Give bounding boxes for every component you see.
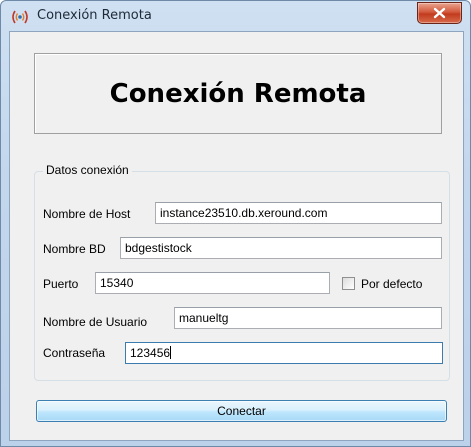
close-icon (433, 7, 446, 19)
password-input[interactable]: 123456 (125, 342, 443, 364)
default-port-label[interactable]: Por defecto (361, 277, 422, 291)
connection-group-legend: Datos conexión (43, 163, 132, 177)
username-input[interactable]: manueltg (174, 307, 442, 329)
port-input[interactable]: 15340 (95, 272, 330, 294)
host-input[interactable]: instance23510.db.xeround.com (155, 202, 442, 224)
username-label: Nombre de Usuario (43, 315, 148, 329)
title-bar[interactable]: Conexión Remota (1, 1, 470, 31)
close-button[interactable] (417, 2, 462, 24)
text-caret (170, 346, 172, 359)
banner-panel: Conexión Remota (34, 53, 442, 134)
wireless-signal-icon (11, 9, 29, 25)
password-label: Contraseña (43, 346, 106, 360)
password-value: 123456 (130, 346, 171, 360)
database-input[interactable]: bdgestistock (120, 237, 442, 259)
window-title: Conexión Remota (37, 8, 152, 23)
default-port-checkbox[interactable] (342, 277, 355, 290)
connect-button[interactable]: Conectar (36, 400, 447, 422)
host-label: Nombre de Host (43, 207, 131, 221)
database-label: Nombre BD (43, 242, 106, 256)
port-label: Puerto (43, 277, 79, 291)
banner-heading: Conexión Remota (109, 78, 367, 109)
